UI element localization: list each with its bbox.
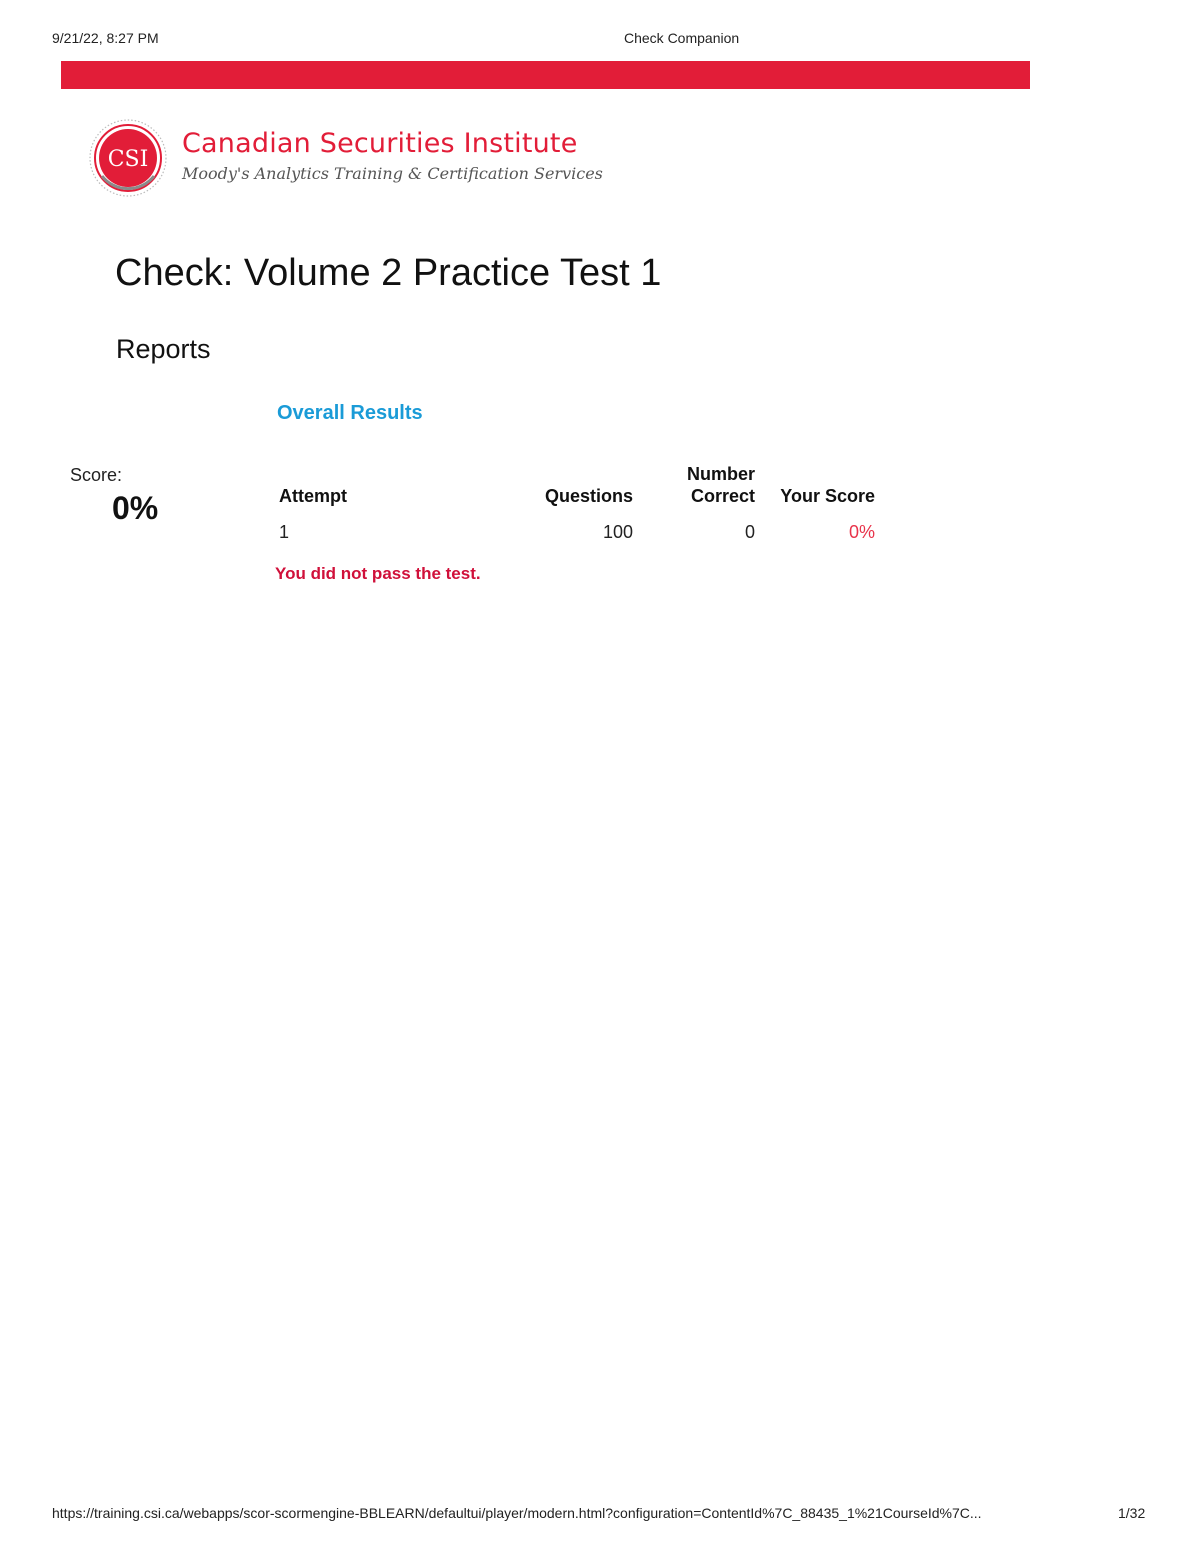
brand-banner-bar xyxy=(61,61,1030,89)
csi-logo: CSI Canadian Securities Institute Moody'… xyxy=(88,118,608,198)
cell-attempt: 1 xyxy=(279,521,290,542)
results-table: Attempt Questions Number Correct Your Sc… xyxy=(272,455,882,557)
header-number-correct-line2: Correct xyxy=(690,486,755,506)
cell-questions: 100 xyxy=(602,521,633,542)
print-datetime: 9/21/22, 8:27 PM xyxy=(52,30,159,46)
header-your-score: Your Score xyxy=(780,486,875,506)
page-title: Check: Volume 2 Practice Test 1 xyxy=(115,252,662,294)
section-title-reports: Reports xyxy=(116,334,211,364)
brand-name: Canadian Securities Institute xyxy=(182,128,578,159)
seal-text: CSI xyxy=(108,147,149,172)
csi-seal-icon: CSI xyxy=(89,119,167,197)
print-footer-url: https://training.csi.ca/webapps/scor-sco… xyxy=(52,1505,982,1521)
header-questions: Questions xyxy=(544,486,633,506)
overall-results-heading: Overall Results xyxy=(277,402,423,424)
cell-your-score: 0% xyxy=(848,521,875,542)
brand-tagline: Moody's Analytics Training & Certificati… xyxy=(182,164,603,183)
print-document-title: Check Companion xyxy=(624,30,740,46)
print-page-number: 1/32 xyxy=(1118,1505,1146,1521)
table-row: 1 100 0 0% xyxy=(272,507,882,557)
score-value: 0% xyxy=(112,490,159,526)
print-page: 9/21/22, 8:27 PM Check Companion CSI Can… xyxy=(0,0,1200,1553)
header-number-correct-line1: Number xyxy=(686,464,755,484)
results-table-header-row: Attempt Questions Number Correct Your Sc… xyxy=(272,455,882,507)
header-number-correct: Number Correct xyxy=(640,455,762,507)
header-attempt: Attempt xyxy=(279,486,347,506)
cell-number-correct: 0 xyxy=(744,521,755,542)
score-label: Score: xyxy=(70,465,123,485)
result-message: You did not pass the test. xyxy=(275,564,481,583)
